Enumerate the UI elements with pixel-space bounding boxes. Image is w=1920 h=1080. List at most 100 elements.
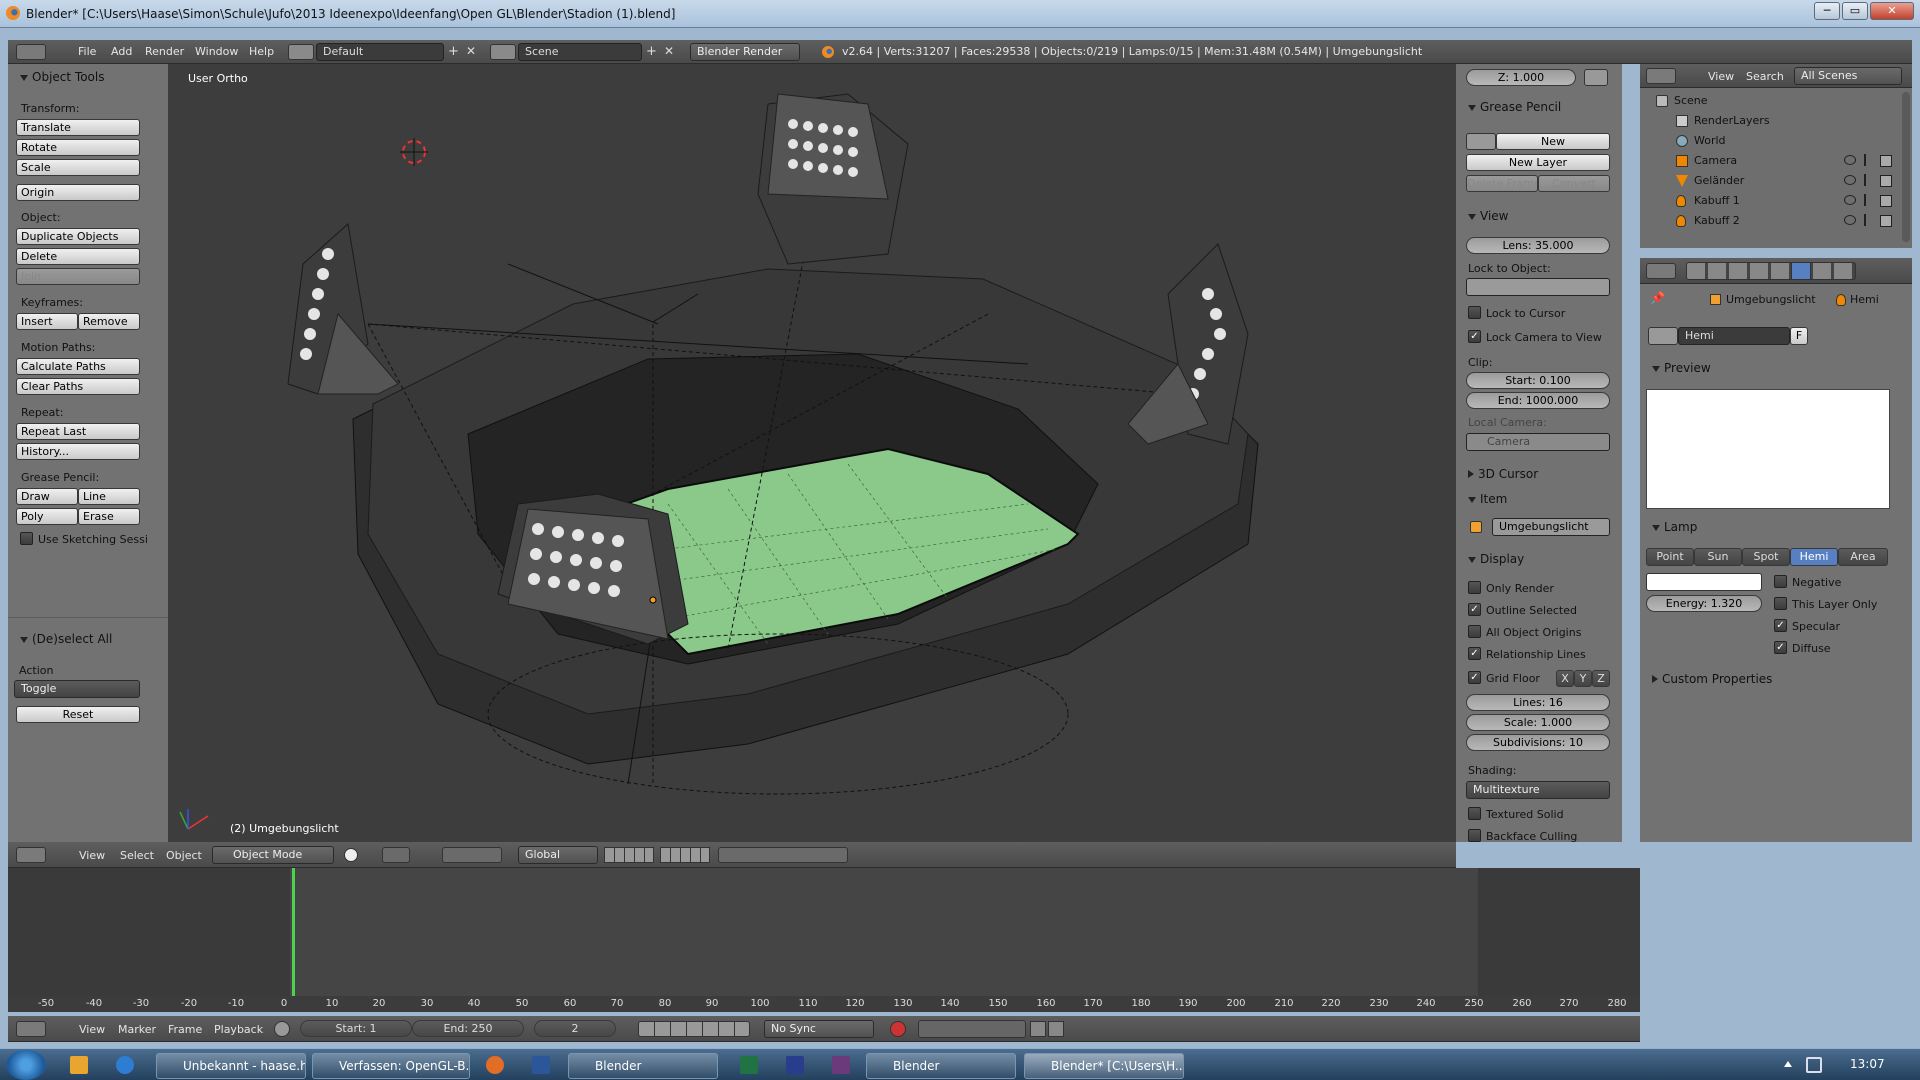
screen-layout-field[interactable]: Default — [316, 43, 444, 61]
menu-window[interactable]: Window — [195, 45, 238, 58]
current-frame-marker[interactable] — [292, 868, 295, 996]
minimize-button[interactable]: ─ — [1814, 2, 1840, 20]
cursor-select-icon[interactable] — [1864, 214, 1874, 226]
viewport-3d[interactable]: User Ortho (2) Umgebungslicht — [168, 64, 1456, 842]
task-blender-folder[interactable]: Blender — [568, 1053, 718, 1079]
outliner-row[interactable]: Kabuff 2 — [1640, 212, 1904, 230]
deselect-all-title[interactable]: (De)select All — [20, 632, 112, 646]
editor-type-icon[interactable] — [1646, 263, 1676, 279]
viewport-menu-select[interactable]: Select — [120, 849, 154, 862]
render-icon[interactable] — [1880, 195, 1892, 207]
translate-button[interactable]: Translate — [16, 119, 140, 136]
diffuse-checkbox[interactable]: ✓ — [1774, 641, 1787, 654]
editor-type-icon[interactable] — [16, 44, 46, 60]
z-field[interactable]: Z: 1.000 — [1466, 69, 1576, 86]
lock-camera-checkbox[interactable]: ✓ — [1468, 330, 1481, 343]
lamp-datablock-icon[interactable] — [1648, 327, 1678, 345]
copy-icon[interactable] — [1584, 69, 1608, 86]
sync-dropdown[interactable]: No Sync — [764, 1020, 874, 1038]
fake-user-button[interactable]: F — [1790, 327, 1808, 345]
eye-icon[interactable] — [1844, 155, 1856, 165]
insert-keyframe-icon[interactable] — [1030, 1021, 1046, 1037]
lamp-color-swatch[interactable] — [1646, 573, 1762, 591]
add-layout-icon[interactable]: + — [448, 45, 462, 59]
lamp-type-point[interactable]: Point — [1646, 548, 1694, 566]
specular-checkbox[interactable]: ✓ — [1774, 619, 1787, 632]
render-icon[interactable] — [1880, 155, 1892, 167]
ie-icon[interactable] — [116, 1056, 134, 1074]
lamp-type-hemi[interactable]: Hemi — [1790, 548, 1838, 566]
lock-to-cursor-checkbox[interactable] — [1468, 306, 1481, 319]
rotate-button[interactable]: Rotate — [16, 139, 140, 156]
viewport-menu-object[interactable]: Object — [166, 849, 202, 862]
axis-z-toggle[interactable]: Z — [1592, 670, 1610, 687]
calculate-paths-button[interactable]: Calculate Paths — [16, 358, 140, 375]
shading-sphere-icon[interactable] — [344, 848, 358, 862]
editor-type-icon[interactable] — [16, 847, 46, 863]
all-origins-checkbox[interactable] — [1468, 625, 1481, 638]
lamp-type-spot[interactable]: Spot — [1742, 548, 1790, 566]
layer-buttons-2-icon[interactable] — [660, 847, 710, 863]
outliner-row[interactable]: Camera — [1640, 152, 1904, 170]
menu-help[interactable]: Help — [249, 45, 274, 58]
grid-subdivisions-field[interactable]: Subdivisions: 10 — [1466, 734, 1610, 751]
pin-icon[interactable]: 📌 — [1650, 292, 1665, 304]
render-engine-dropdown[interactable]: Blender Render — [690, 43, 800, 61]
timeline[interactable]: -50 -40 -30 -20 -10 0 10 20 30 40 50 60 … — [8, 868, 1640, 1012]
scene-field[interactable]: Scene — [518, 43, 642, 61]
only-render-checkbox[interactable] — [1468, 581, 1481, 594]
clear-paths-button[interactable]: Clear Paths — [16, 378, 140, 395]
local-camera-field[interactable]: Camera — [1466, 433, 1610, 451]
remove-keyframe-button[interactable]: Remove — [78, 313, 140, 330]
lamp-title[interactable]: Lamp — [1652, 520, 1697, 534]
orientation-dropdown[interactable]: Global — [518, 846, 598, 864]
preview-range-icon[interactable] — [274, 1021, 290, 1037]
scene-icon[interactable] — [490, 44, 516, 60]
delete-button[interactable]: Delete — [16, 248, 140, 265]
explorer-icon[interactable] — [70, 1056, 88, 1074]
preview-title[interactable]: Preview — [1652, 361, 1711, 375]
outliner-filter-dropdown[interactable]: All Scenes — [1794, 67, 1902, 85]
delete-frame-button[interactable]: Delete Frame — [1466, 175, 1538, 192]
3d-cursor-title[interactable]: 3D Cursor — [1468, 467, 1538, 481]
task-blender-console[interactable]: Blender — [866, 1053, 1016, 1079]
custom-properties-title[interactable]: Custom Properties — [1652, 672, 1772, 686]
menu-file[interactable]: File — [78, 45, 96, 58]
app2-icon[interactable] — [832, 1056, 850, 1074]
eye-icon[interactable] — [1844, 215, 1856, 225]
grid-lines-field[interactable]: Lines: 16 — [1466, 694, 1610, 711]
duplicate-objects-button[interactable]: Duplicate Objects — [16, 228, 140, 245]
relationship-lines-checkbox[interactable]: ✓ — [1468, 647, 1481, 660]
object-mode-dropdown[interactable]: Object Mode — [212, 846, 334, 864]
outliner-menu-view[interactable]: View — [1708, 70, 1734, 83]
app-icon[interactable] — [786, 1056, 804, 1074]
item-name-field[interactable]: Umgebungslicht — [1492, 518, 1610, 536]
eye-icon[interactable] — [1844, 195, 1856, 205]
editor-type-icon[interactable] — [1646, 68, 1676, 84]
end-frame-field[interactable]: End: 250 — [412, 1020, 524, 1037]
object-tools-title[interactable]: Object Tools — [20, 70, 104, 84]
pivot-icon[interactable] — [382, 847, 410, 863]
action-dropdown[interactable]: Toggle — [14, 680, 140, 698]
start-frame-field[interactable]: Start: 1 — [300, 1020, 412, 1037]
cursor-select-icon[interactable] — [1864, 154, 1874, 166]
layer-buttons-icon[interactable] — [604, 847, 654, 863]
negative-checkbox[interactable] — [1774, 575, 1787, 588]
outliner-row[interactable]: Kabuff 1 — [1640, 192, 1904, 210]
context-tabs-icon[interactable] — [1686, 262, 1856, 280]
editor-type-icon[interactable] — [16, 1021, 46, 1037]
viewport-menu-view[interactable]: View — [79, 849, 105, 862]
record-icon[interactable] — [890, 1021, 906, 1037]
maximize-button[interactable]: ▭ — [1842, 2, 1868, 20]
outliner-row[interactable]: Geländer — [1640, 172, 1904, 190]
task-thunderbird-compose[interactable]: Verfassen: OpenGL-B... — [312, 1053, 470, 1079]
origin-button[interactable]: Origin — [16, 184, 140, 201]
menu-add[interactable]: Add — [111, 45, 132, 58]
outliner-row[interactable]: Scene — [1640, 92, 1904, 110]
render-icon[interactable] — [1880, 215, 1892, 227]
cursor-select-icon[interactable] — [1864, 174, 1874, 186]
close-button[interactable]: ✕ — [1870, 2, 1914, 20]
clock[interactable]: 13:07 — [1850, 1057, 1885, 1071]
sketching-checkbox[interactable] — [20, 532, 33, 545]
outliner-menu-search[interactable]: Search — [1746, 70, 1784, 83]
